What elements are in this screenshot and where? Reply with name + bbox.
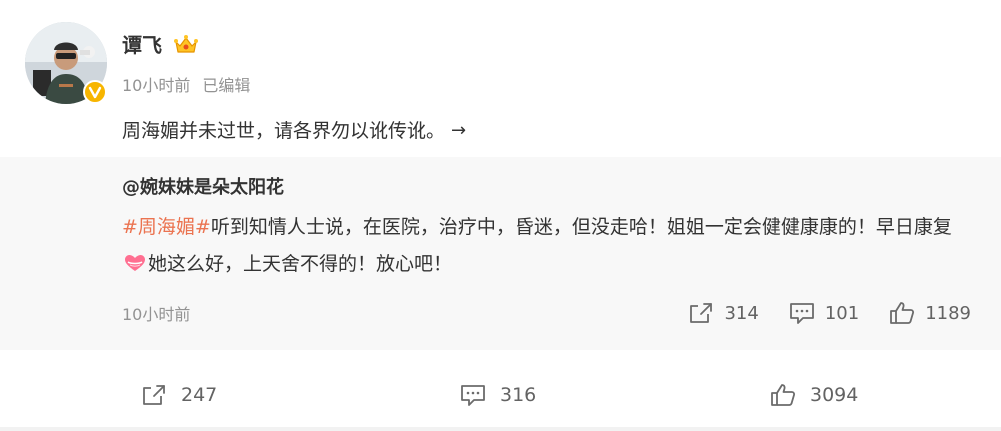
crown-vip-icon[interactable]	[173, 34, 199, 56]
post-author-name[interactable]: 谭飞	[122, 32, 162, 58]
post-meta: 10小时前 已编辑	[122, 75, 250, 97]
thumbs-up-icon	[890, 302, 915, 324]
retweet-comment-count: 101	[824, 302, 860, 324]
retweet-like-button[interactable]: 1189	[889, 301, 971, 325]
post-toolbar: 247 316 3094	[0, 368, 1001, 426]
like-count: 3094	[810, 384, 859, 406]
forward-icon	[690, 303, 713, 323]
edited-label[interactable]: 已编辑	[202, 75, 250, 97]
retweet-block[interactable]: @婉妹妹是朵太阳花 #周海媚#听到知情人士说，在医院，治疗中，昏迷，但没走哈！姐…	[0, 157, 1001, 350]
retweet-forward-count: 314	[724, 302, 759, 324]
retweet-forward-button[interactable]: 314	[688, 301, 759, 325]
more-arrow-icon[interactable]: →	[451, 117, 466, 145]
retweet-text-part2: 她这么好，上天舍不得的！放心吧！	[148, 253, 453, 275]
forward-icon	[143, 385, 165, 405]
avatar[interactable]	[25, 22, 107, 104]
comment-button[interactable]: 316	[460, 383, 536, 407]
retweet-text: #周海媚#听到知情人士说，在医院，治疗中，昏迷，但没走哈！姐姐一定会健健康康的！…	[122, 209, 962, 283]
hashtag-link[interactable]: #周海媚#	[122, 216, 211, 238]
forward-count: 247	[181, 384, 218, 406]
verified-badge-icon	[83, 80, 107, 104]
comment-icon	[461, 385, 485, 406]
comment-count: 316	[500, 384, 537, 406]
thumbs-up-icon	[771, 384, 796, 406]
retweet-like-count: 1189	[925, 302, 971, 324]
post-text: 周海媚并未过世，请各界勿以讹传讹。	[122, 120, 446, 142]
like-button[interactable]: 3094	[770, 383, 858, 407]
retweet-time[interactable]: 10小时前	[122, 304, 190, 326]
card-divider	[0, 427, 1001, 431]
retweet-actions: 314 101 1189	[688, 301, 971, 325]
retweet-text-part1: 听到知情人士说，在医院，治疗中，昏迷，但没走哈！姐姐一定会健健康康的！早日康复	[210, 216, 952, 238]
retweet-author[interactable]: @婉妹妹是朵太阳花	[122, 175, 284, 201]
forward-button[interactable]: 247	[141, 383, 217, 407]
retweet-comment-button[interactable]: 101	[789, 301, 859, 325]
heart-emoji-icon	[124, 248, 146, 271]
weibo-post-card: 谭飞 10小时前 已编辑 周海媚并未过世，请各界勿以讹传讹。 → @婉妹妹是朵太…	[0, 0, 1001, 431]
post-content: 周海媚并未过世，请各界勿以讹传讹。 →	[122, 117, 466, 145]
post-time[interactable]: 10小时前	[122, 75, 190, 97]
comment-icon	[789, 303, 814, 324]
